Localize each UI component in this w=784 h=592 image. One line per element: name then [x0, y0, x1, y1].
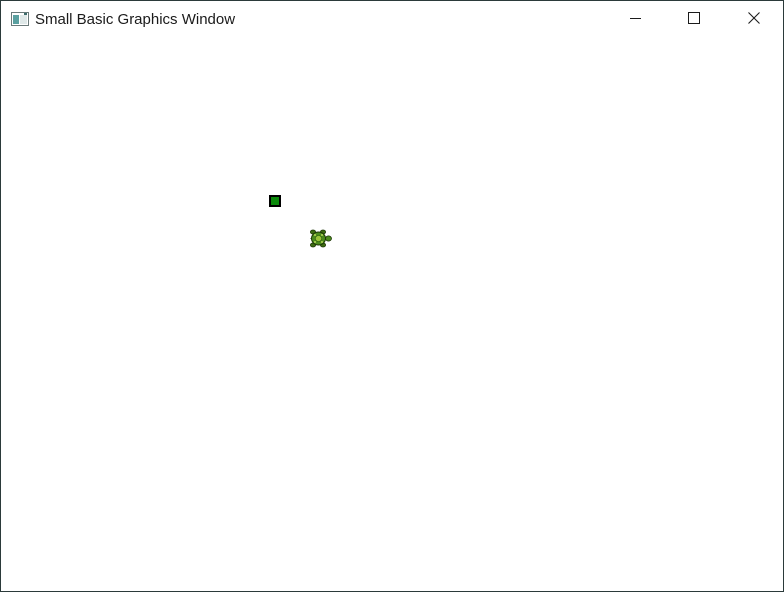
turtle-icon — [309, 228, 333, 250]
window-title: Small Basic Graphics Window — [35, 11, 236, 28]
graphics-window: Small Basic Graphics Window — [0, 0, 784, 592]
close-icon — [748, 11, 760, 29]
green-rectangle-shape — [269, 195, 281, 207]
graphics-canvas[interactable] — [1, 39, 783, 591]
maximize-button[interactable] — [665, 1, 723, 39]
app-icon — [11, 12, 29, 26]
maximize-icon — [688, 11, 700, 29]
title-bar[interactable]: Small Basic Graphics Window — [1, 1, 783, 39]
minimize-button[interactable] — [607, 1, 665, 39]
minimize-icon — [630, 11, 642, 29]
close-button[interactable] — [725, 1, 783, 39]
